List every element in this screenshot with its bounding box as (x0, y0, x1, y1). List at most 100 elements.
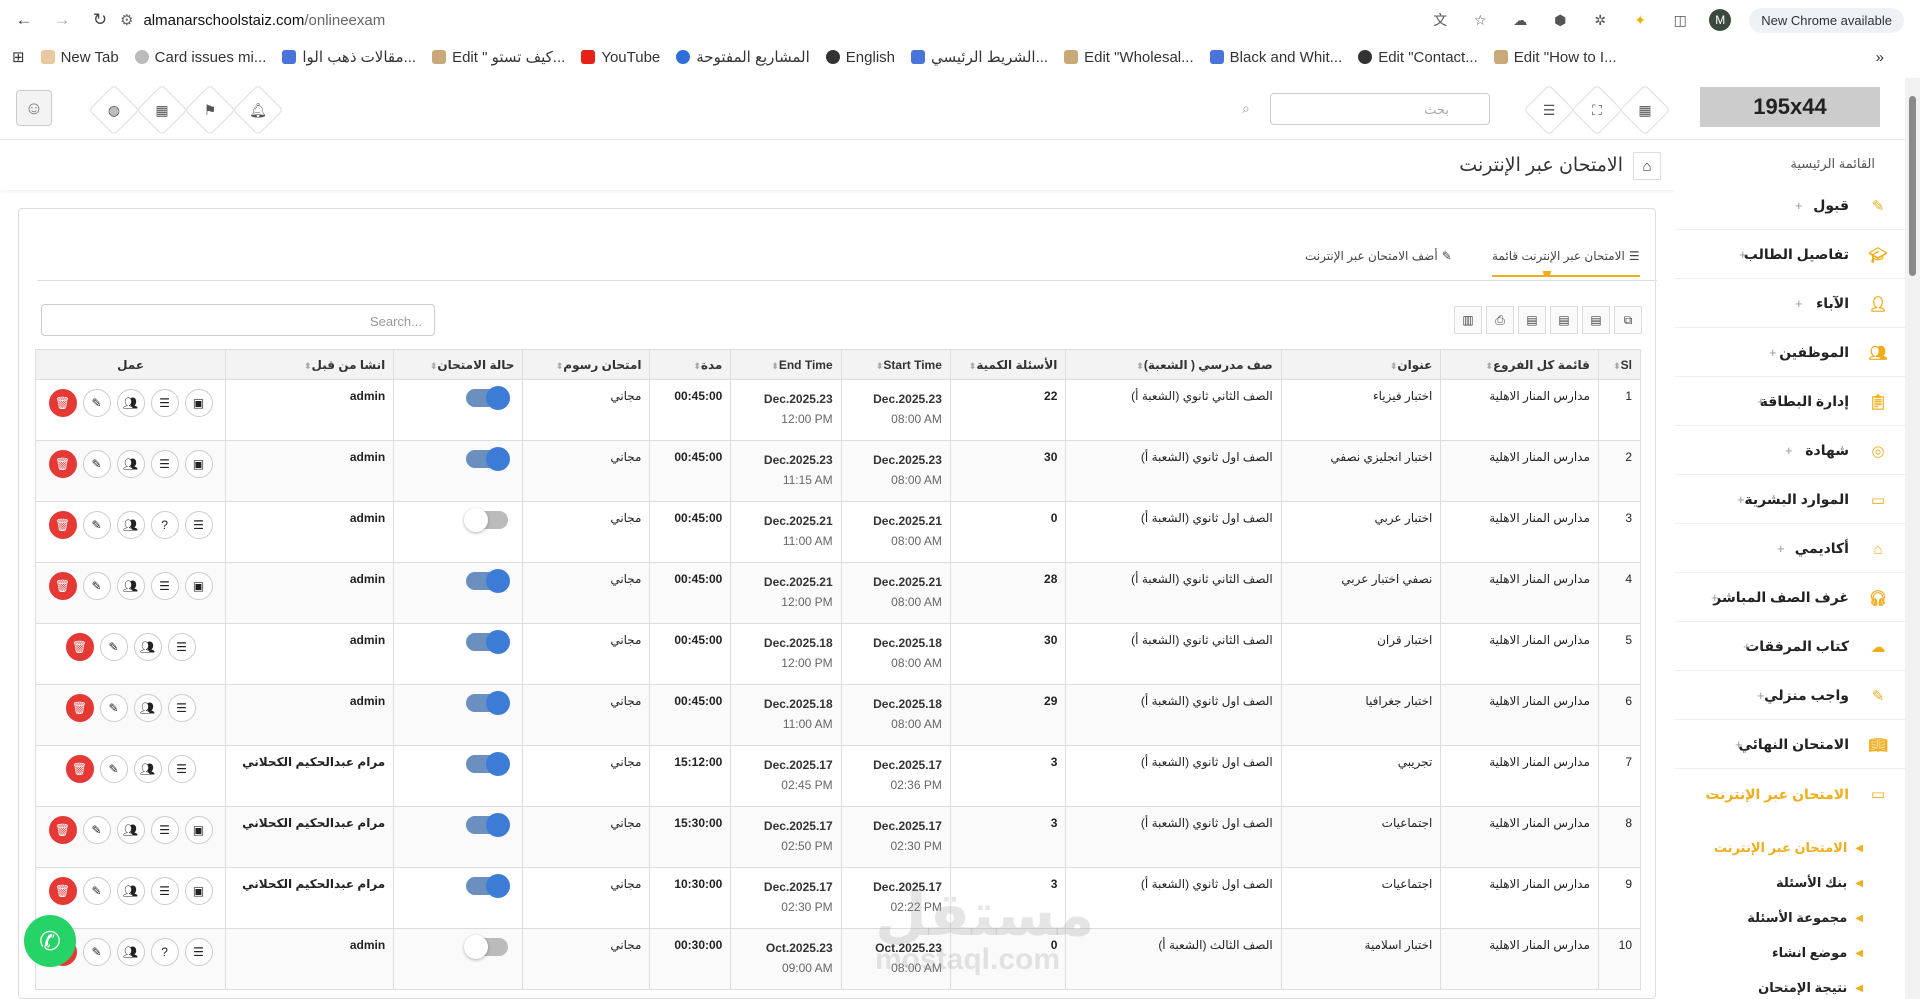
delete-button[interactable]: 🗑︎ (48, 877, 77, 905)
calendar-button[interactable]: ▦ (136, 84, 188, 136)
view-button[interactable]: ▣ (184, 877, 213, 905)
header-search-input[interactable]: بحث (1270, 93, 1490, 125)
sidebar-item-admission[interactable]: + قبول ✎ (1675, 182, 1905, 230)
column-header-class[interactable]: ⬍صف مدرسي ( الشعبة) (1065, 349, 1282, 380)
status-toggle[interactable] (464, 508, 509, 532)
reload-icon[interactable]: ↻ (86, 6, 114, 34)
page-scrollbar[interactable] (1905, 78, 1920, 999)
edit-button[interactable]: ✎ (99, 755, 128, 783)
bookmark-star-icon[interactable]: ☆ (1469, 9, 1491, 31)
sidebar-item-live-class[interactable]: + غرف الصف المباشر 🎧︎ (1675, 574, 1905, 622)
print-button[interactable]: ⎙ (1486, 306, 1514, 334)
bookmark-item[interactable]: الشريط الرئيسي... (911, 48, 1048, 66)
chevron-right-icon[interactable]: » (1876, 49, 1884, 66)
edit-button[interactable]: ✎ (82, 572, 111, 600)
table-search-input[interactable]: Search... (41, 304, 435, 336)
view-button[interactable]: ▣ (184, 816, 213, 844)
status-toggle[interactable] (466, 752, 511, 776)
sidebar-item-certificate[interactable]: + شهادة ◎ (1675, 427, 1905, 475)
list-button[interactable]: ☰ (150, 450, 179, 478)
students-button[interactable]: 👥︎ (133, 694, 162, 722)
bookmark-item[interactable]: Card issues mi... (134, 49, 266, 66)
sidebar-subitem-online-exam[interactable]: الامتحان عبر الإنترنت ◀ (1714, 840, 1863, 856)
puzzle-icon[interactable]: ✲ (1589, 9, 1611, 31)
view-button[interactable]: ▣ (184, 389, 213, 417)
tab-add-exam[interactable]: أضف الامتحان عبر الإنترنت ✎ (1305, 249, 1452, 263)
delete-button[interactable]: 🗑︎ (48, 450, 77, 478)
students-button[interactable]: 👥︎ (116, 938, 145, 966)
sidebar-item-parents[interactable]: + الآباء 👤︎ (1675, 280, 1905, 328)
list-button[interactable]: ☰ (167, 755, 196, 783)
status-toggle[interactable] (466, 386, 511, 410)
bookmark-item[interactable]: Edit "How to I... (1493, 49, 1617, 66)
fullscreen-button[interactable]: ⛶ (1571, 84, 1623, 136)
shield-icon[interactable]: ⬢ (1549, 9, 1571, 31)
notifications-button[interactable]: 🔔︎ (232, 84, 284, 136)
status-toggle[interactable] (466, 813, 511, 837)
bookmark-item[interactable]: English (825, 49, 895, 66)
grid-button[interactable]: ▦ (1619, 84, 1671, 136)
column-header-questions[interactable]: ⬍الأسئلة الكمية (949, 349, 1067, 380)
view-button[interactable]: ▣ (184, 450, 213, 478)
edit-button[interactable]: ✎ (82, 389, 111, 417)
students-button[interactable]: 👥︎ (116, 450, 145, 478)
sidebar-subitem-question-group[interactable]: مجموعة الأسئلة ◀ (1747, 910, 1863, 926)
list-button[interactable]: ☰ (184, 511, 213, 539)
list-button[interactable]: ☰ (167, 694, 196, 722)
sidebar-subitem-exam-result[interactable]: نتيجة الإمتحان ◀ (1758, 980, 1863, 996)
delete-button[interactable]: 🗑︎ (48, 572, 77, 600)
column-header-sl[interactable]: ⬍Sl (1597, 349, 1642, 380)
edit-button[interactable]: ✎ (82, 511, 111, 539)
flag-button[interactable]: ⚑ (184, 84, 236, 136)
bookmark-item[interactable]: Edit "Contact... (1358, 49, 1478, 66)
excel-button[interactable]: ▤ (1582, 306, 1610, 334)
delete-button[interactable]: 🗑︎ (48, 816, 77, 844)
bookmark-item[interactable]: Black and Whit... (1209, 49, 1342, 66)
sidebar-item-final-exam[interactable]: + الامتحان النهائي 📖︎ (1675, 721, 1905, 769)
edit-button[interactable]: ✎ (82, 816, 111, 844)
forward-icon[interactable]: → (48, 6, 76, 34)
sidebar-item-hr[interactable]: + الموارد البشرية ▭ (1675, 476, 1905, 524)
edit-button[interactable]: ✎ (82, 450, 111, 478)
delete-button[interactable]: 🗑︎ (65, 633, 94, 661)
language-button[interactable]: ◍ (88, 84, 140, 136)
status-toggle[interactable] (466, 691, 511, 715)
site-info-icon[interactable]: ⚙ (120, 11, 133, 29)
questions-button[interactable]: ? (150, 938, 179, 966)
new-chrome-button[interactable]: New Chrome available (1749, 7, 1904, 33)
edit-button[interactable]: ✎ (82, 938, 111, 966)
status-toggle[interactable] (466, 630, 511, 654)
sidebar-subitem-question-bank[interactable]: بنك الأسئلة ◀ (1776, 875, 1863, 891)
delete-button[interactable]: 🗑︎ (48, 389, 77, 417)
sidebar-item-card-management[interactable]: + إدارة البطاقة 📋︎ (1675, 378, 1905, 426)
column-header-status[interactable]: ⬍حالة الامتحان (393, 349, 524, 380)
extension-icon[interactable]: ☁ (1509, 9, 1531, 31)
csv-button[interactable]: ▤ (1550, 306, 1578, 334)
column-header-created-by[interactable]: ⬍انشا من قبل (225, 349, 395, 380)
list-button[interactable]: ☰ (184, 938, 213, 966)
delete-button[interactable]: 🗑︎ (65, 694, 94, 722)
bookmark-item[interactable]: مقالات ذهب الوا... (282, 48, 416, 66)
students-button[interactable]: 👥︎ (133, 633, 162, 661)
list-button[interactable]: ☰ (150, 389, 179, 417)
students-button[interactable]: 👥︎ (116, 572, 145, 600)
edit-button[interactable]: ✎ (99, 633, 128, 661)
menu-button[interactable]: ☰ (1523, 84, 1575, 136)
apps-icon[interactable]: ⊞ (12, 48, 25, 66)
students-button[interactable]: 👥︎ (116, 389, 145, 417)
bookmark-item[interactable]: YouTube (581, 49, 660, 66)
students-button[interactable]: 👥︎ (116, 511, 145, 539)
questions-button[interactable]: ? (150, 511, 179, 539)
students-button[interactable]: 👥︎ (133, 755, 162, 783)
status-toggle[interactable] (466, 874, 511, 898)
scrollbar-thumb[interactable] (1909, 96, 1916, 276)
sidebar-item-homework[interactable]: + واجب منزلي ✎ (1675, 672, 1905, 720)
students-button[interactable]: 👥︎ (116, 816, 145, 844)
bookmark-item[interactable]: المشاريع المفتوحة (676, 48, 810, 66)
home-icon[interactable]: ⌂ (1633, 152, 1661, 180)
column-header-start-time[interactable]: ⬍Start Time (840, 349, 951, 380)
pdf-button[interactable]: ▤ (1518, 306, 1546, 334)
bookmark-item[interactable]: Edit " كيف تستو... (432, 48, 565, 66)
column-header-fees[interactable]: ⬍امتحان رسوم (522, 349, 651, 380)
user-avatar-icon[interactable]: ☺ (16, 90, 52, 126)
